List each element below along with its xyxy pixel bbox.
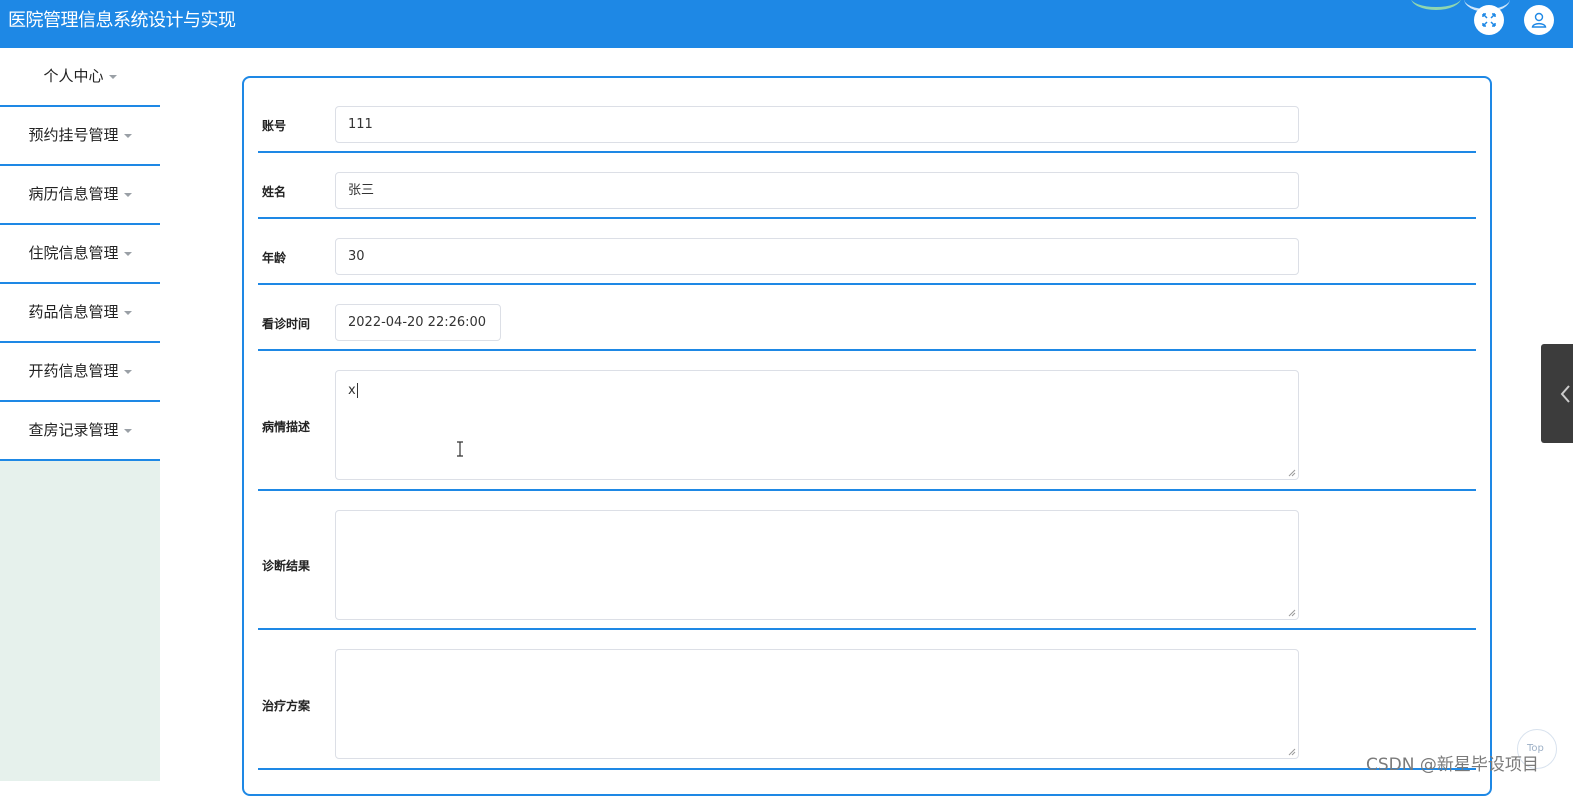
condition-label: 病情描述 (262, 420, 311, 434)
age-label: 年龄 (262, 251, 287, 265)
sidebar-item-label: 查房记录管理 (28, 421, 119, 439)
age-field[interactable]: 30 (335, 238, 1299, 275)
caret-down-icon (123, 310, 132, 315)
resize-grip-icon[interactable] (1288, 609, 1296, 617)
sidebar-item-label: 开药信息管理 (28, 362, 119, 380)
sidebar-item-medicine[interactable]: 药品信息管理 (0, 284, 160, 343)
condition-textarea[interactable]: x (335, 370, 1299, 480)
text-cursor (356, 383, 358, 398)
chevron-left-icon (1560, 385, 1570, 403)
diagnosis-label: 诊断结果 (262, 559, 311, 573)
sidebar-item-appointment[interactable]: 预约挂号管理 (0, 107, 160, 166)
sidebar-item-label: 药品信息管理 (28, 303, 119, 321)
side-drawer-toggle[interactable] (1541, 344, 1573, 443)
user-icon (1531, 12, 1547, 28)
resize-grip-icon[interactable] (1288, 748, 1296, 756)
caret-down-icon (123, 133, 132, 138)
top-header: 医院管理信息系统设计与实现 (0, 0, 1573, 48)
ibeam-cursor-icon (457, 441, 463, 457)
resize-grip-icon[interactable] (1288, 469, 1296, 477)
fullscreen-icon (1482, 13, 1496, 27)
row-divider (258, 217, 1476, 219)
caret-down-icon (123, 192, 132, 197)
sidebar-item-label: 住院信息管理 (28, 244, 119, 262)
caret-down-icon (123, 369, 132, 374)
diagnosis-textarea[interactable] (335, 510, 1299, 620)
sidebar-item-personal-center[interactable]: 个人中心 (0, 48, 160, 107)
condition-text: x (348, 383, 356, 398)
treatment-textarea[interactable] (335, 649, 1299, 759)
decorative-ring (1411, 0, 1461, 10)
row-divider (258, 349, 1476, 351)
sidebar-item-label: 个人中心 (43, 67, 104, 85)
user-menu-button[interactable] (1524, 5, 1554, 35)
name-label: 姓名 (262, 185, 287, 199)
row-divider (258, 151, 1476, 153)
account-label: 账号 (262, 119, 287, 133)
sidebar-item-label: 病历信息管理 (28, 185, 119, 203)
caret-down-icon (123, 428, 132, 433)
name-field[interactable]: 张三 (335, 172, 1299, 209)
sidebar-item-label: 预约挂号管理 (28, 126, 119, 144)
fullscreen-button[interactable] (1474, 5, 1504, 35)
row-divider (258, 489, 1476, 491)
watermark: CSDN @新星毕设项目 (1366, 755, 1539, 775)
visit-time-picker[interactable]: 2022-04-20 22:26:00 (335, 304, 501, 341)
sidebar: 个人中心 预约挂号管理 病历信息管理 住院信息管理 药品信息管理 开药信息管理 … (0, 48, 160, 781)
sidebar-item-ward-rounds[interactable]: 查房记录管理 (0, 402, 160, 461)
visit-time-label: 看诊时间 (262, 317, 311, 331)
sidebar-item-prescription[interactable]: 开药信息管理 (0, 343, 160, 402)
account-field[interactable]: 111 (335, 106, 1299, 143)
row-divider (258, 768, 1476, 770)
caret-down-icon (123, 251, 132, 256)
row-divider (258, 283, 1476, 285)
caret-down-icon (108, 74, 117, 79)
sidebar-item-inpatient[interactable]: 住院信息管理 (0, 225, 160, 284)
app-title: 医院管理信息系统设计与实现 (8, 10, 236, 31)
row-divider (258, 628, 1476, 630)
treatment-label: 治疗方案 (262, 699, 311, 713)
sidebar-item-medical-records[interactable]: 病历信息管理 (0, 166, 160, 225)
